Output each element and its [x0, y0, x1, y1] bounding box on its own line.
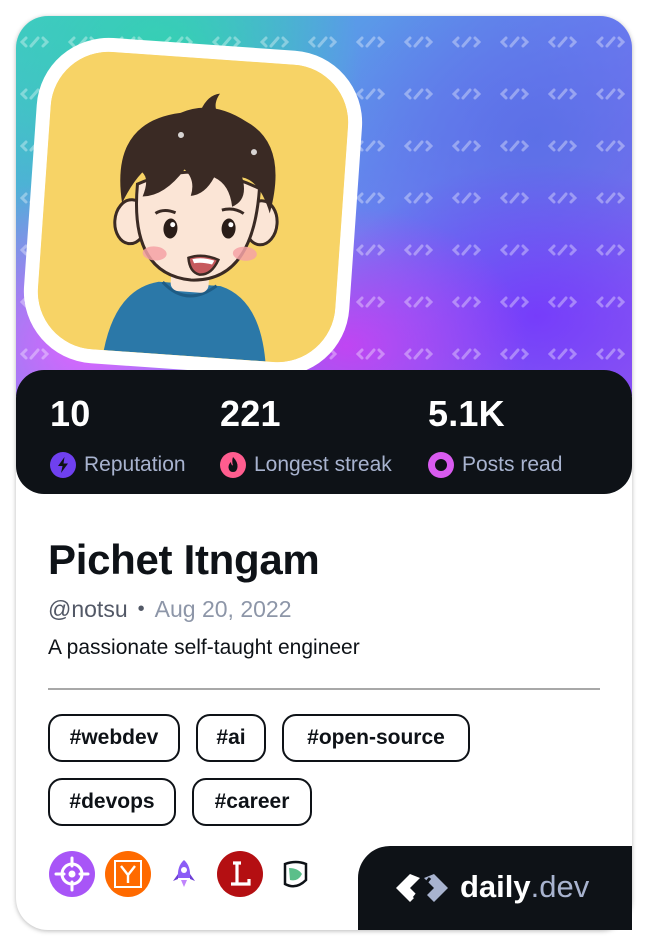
profile-meta: @notsu • Aug 20, 2022	[48, 594, 600, 624]
bolt-icon	[50, 452, 76, 478]
stat-label: Longest streak	[254, 453, 392, 476]
avatar-frame	[19, 33, 367, 381]
stat-value: 5.1K	[428, 393, 505, 434]
stat-posts-read: 5.1K Posts read	[428, 394, 562, 478]
stat-label-row: Posts read	[428, 452, 562, 478]
brand-wordmark: daily.dev	[460, 868, 589, 906]
meta-separator: •	[137, 598, 145, 620]
stats-bar: 10 Reputation 221 Longest streak 5.1K Po…	[16, 370, 632, 494]
brand-badge[interactable]: daily.dev	[358, 846, 632, 930]
stat-reputation: 10 Reputation	[50, 394, 186, 478]
rocket-icon[interactable]	[160, 850, 208, 898]
profile-name: Pichet Itngam	[48, 536, 320, 583]
brand-tld: .dev	[530, 869, 590, 904]
profile-bio: A passionate self-taught engineer	[48, 636, 360, 659]
stat-longest-streak: 221 Longest streak	[220, 394, 392, 478]
tag-webdev[interactable]: #webdev	[48, 714, 180, 762]
profile-handle[interactable]: @notsu	[48, 594, 128, 624]
stat-value: 10	[50, 393, 91, 434]
source-list	[48, 850, 348, 898]
stat-label: Posts read	[462, 453, 563, 476]
tag-career[interactable]: #career	[192, 778, 312, 826]
flame-icon	[220, 452, 246, 478]
leaf-app-icon[interactable]	[272, 850, 320, 898]
joined-date: Aug 20, 2022	[154, 596, 292, 622]
tag-devops[interactable]: #devops	[48, 778, 176, 826]
brand-main: daily	[460, 869, 531, 904]
tag-ai[interactable]: #ai	[196, 714, 266, 762]
profile-info: Pichet Itngam @notsu • Aug 20, 2022 A pa…	[48, 536, 600, 662]
stat-value: 221	[220, 393, 281, 434]
ycombinator-icon[interactable]	[104, 850, 152, 898]
eye-icon	[428, 452, 454, 478]
divider	[48, 688, 600, 690]
stat-label-row: Reputation	[50, 452, 186, 478]
l-letter-icon[interactable]	[216, 850, 264, 898]
stat-label-row: Longest streak	[220, 452, 392, 478]
target-source-icon[interactable]	[48, 850, 96, 898]
daily-dev-logo-icon	[396, 874, 448, 902]
stat-label: Reputation	[84, 453, 186, 476]
tag-open-source[interactable]: #open-source	[282, 714, 470, 762]
header-gradient	[16, 16, 632, 396]
avatar-illustration	[33, 47, 353, 367]
avatar[interactable]	[33, 47, 353, 367]
